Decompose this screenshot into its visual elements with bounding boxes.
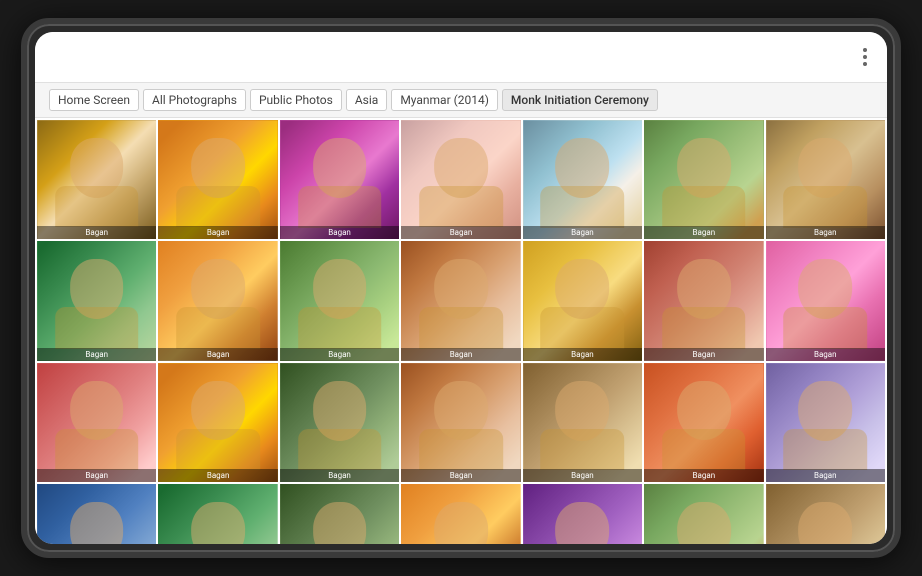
photo-location-label: Bagan: [37, 469, 156, 482]
photo-costume-decoration: [55, 307, 139, 349]
photo-cell[interactable]: Bagan: [644, 241, 763, 360]
photo-cell[interactable]: Bagan: [37, 363, 156, 482]
tablet-screen: Home ScreenAll PhotographsPublic PhotosA…: [35, 32, 887, 544]
photo-face-decoration: [191, 502, 245, 544]
photo-costume-decoration: [55, 429, 139, 471]
breadcrumb-item-asia[interactable]: Asia: [346, 89, 387, 111]
photo-location-label: Bagan: [644, 469, 763, 482]
photo-location-label: Bagan: [523, 226, 642, 239]
photo-location-label: Bagan: [280, 348, 399, 361]
photo-cell[interactable]: Bagan: [523, 120, 642, 239]
photo-location-label: Bagan: [158, 348, 277, 361]
app-header: [35, 32, 887, 83]
photo-location-label: Bagan: [158, 226, 277, 239]
breadcrumb-item-all-photos[interactable]: All Photographs: [143, 89, 246, 111]
photo-costume-decoration: [783, 186, 867, 228]
photo-cell[interactable]: [401, 484, 520, 544]
photo-face-decoration: [677, 502, 731, 544]
photo-location-label: Bagan: [401, 226, 520, 239]
photo-grid-container[interactable]: BaganBaganBaganBaganBaganBaganBaganBagan…: [35, 118, 887, 544]
photo-cell[interactable]: Bagan: [401, 241, 520, 360]
photo-costume-decoration: [662, 186, 746, 228]
photo-location-label: Bagan: [766, 348, 885, 361]
photo-cell[interactable]: Bagan: [280, 120, 399, 239]
photo-cell[interactable]: [766, 484, 885, 544]
photo-cell[interactable]: Bagan: [280, 363, 399, 482]
photo-cell[interactable]: [158, 484, 277, 544]
photo-location-label: Bagan: [401, 469, 520, 482]
photo-costume-decoration: [298, 186, 382, 228]
menu-dot-1: [863, 48, 867, 52]
photo-cell[interactable]: Bagan: [401, 363, 520, 482]
photo-cell[interactable]: Bagan: [158, 363, 277, 482]
photo-cell[interactable]: Bagan: [766, 120, 885, 239]
photo-cell[interactable]: Bagan: [766, 241, 885, 360]
photo-location-label: Bagan: [37, 226, 156, 239]
photo-costume-decoration: [783, 307, 867, 349]
photo-cell[interactable]: Bagan: [644, 363, 763, 482]
photo-cell[interactable]: Bagan: [37, 120, 156, 239]
photo-cell[interactable]: Bagan: [158, 120, 277, 239]
photo-costume-decoration: [541, 186, 625, 228]
photo-costume-decoration: [176, 429, 260, 471]
breadcrumb-item-public-photos[interactable]: Public Photos: [250, 89, 342, 111]
breadcrumb-item-ceremony[interactable]: Monk Initiation Ceremony: [502, 89, 658, 111]
photo-cell[interactable]: Bagan: [644, 120, 763, 239]
photo-location-label: Bagan: [401, 348, 520, 361]
tablet-shell: Home ScreenAll PhotographsPublic PhotosA…: [21, 18, 901, 558]
photo-costume-decoration: [298, 307, 382, 349]
photo-cell[interactable]: Bagan: [766, 363, 885, 482]
photo-location-label: Bagan: [280, 469, 399, 482]
breadcrumb-item-myanmar[interactable]: Myanmar (2014): [391, 89, 498, 111]
photo-costume-decoration: [298, 429, 382, 471]
photo-cell[interactable]: [280, 484, 399, 544]
photo-costume-decoration: [55, 186, 139, 228]
photo-costume-decoration: [419, 307, 503, 349]
photo-location-label: Bagan: [644, 348, 763, 361]
photo-face-decoration: [434, 502, 488, 544]
photo-location-label: Bagan: [766, 469, 885, 482]
photo-cell[interactable]: [37, 484, 156, 544]
photo-location-label: Bagan: [644, 226, 763, 239]
photo-costume-decoration: [662, 307, 746, 349]
photo-cell[interactable]: [644, 484, 763, 544]
photo-costume-decoration: [541, 307, 625, 349]
photo-costume-decoration: [662, 429, 746, 471]
breadcrumb-item-home[interactable]: Home Screen: [49, 89, 139, 111]
photo-costume-decoration: [419, 186, 503, 228]
photo-cell[interactable]: Bagan: [523, 363, 642, 482]
photo-face-decoration: [556, 502, 610, 544]
photo-cell[interactable]: Bagan: [37, 241, 156, 360]
photo-face-decoration: [313, 502, 367, 544]
photo-costume-decoration: [176, 186, 260, 228]
photo-grid: BaganBaganBaganBaganBaganBaganBaganBagan…: [35, 118, 887, 544]
menu-dot-3: [863, 62, 867, 66]
photo-cell[interactable]: [523, 484, 642, 544]
overflow-menu-button[interactable]: [857, 42, 873, 72]
photo-costume-decoration: [419, 429, 503, 471]
photo-location-label: Bagan: [523, 348, 642, 361]
photo-location-label: Bagan: [766, 226, 885, 239]
photo-costume-decoration: [176, 307, 260, 349]
photo-face-decoration: [70, 502, 124, 544]
menu-dot-2: [863, 55, 867, 59]
photo-costume-decoration: [783, 429, 867, 471]
photo-location-label: Bagan: [158, 469, 277, 482]
photo-face-decoration: [798, 502, 852, 544]
breadcrumb: Home ScreenAll PhotographsPublic PhotosA…: [35, 83, 887, 118]
photo-cell[interactable]: Bagan: [158, 241, 277, 360]
photo-cell[interactable]: Bagan: [523, 241, 642, 360]
photo-location-label: Bagan: [280, 226, 399, 239]
photo-cell[interactable]: Bagan: [280, 241, 399, 360]
photo-location-label: Bagan: [37, 348, 156, 361]
photo-location-label: Bagan: [523, 469, 642, 482]
photo-cell[interactable]: Bagan: [401, 120, 520, 239]
photo-costume-decoration: [541, 429, 625, 471]
